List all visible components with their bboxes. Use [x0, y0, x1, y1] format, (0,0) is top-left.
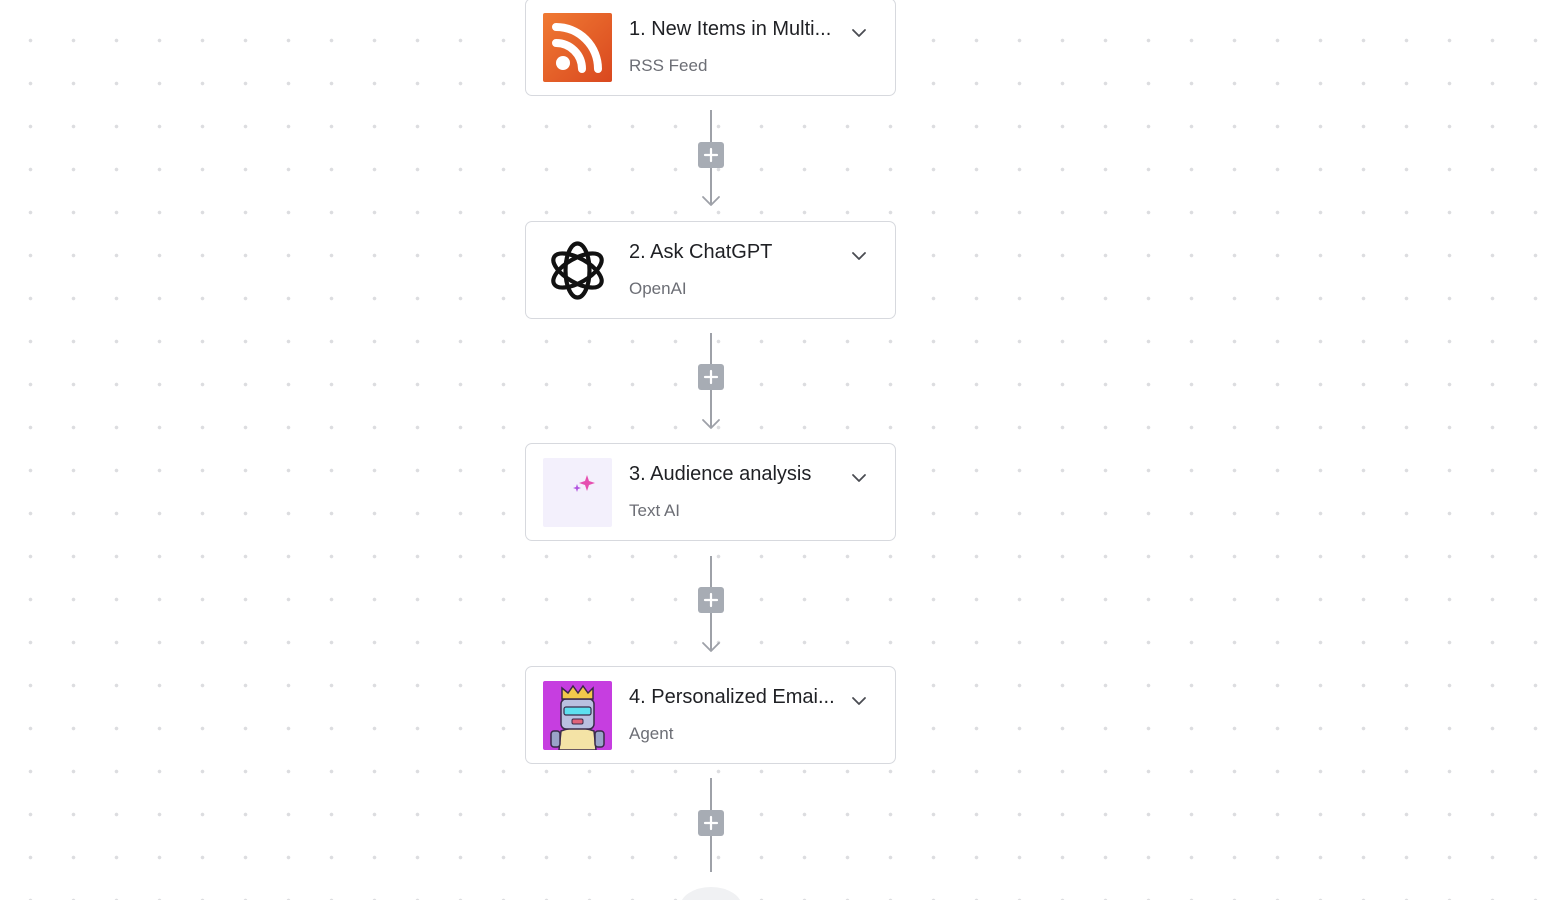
step-card-3[interactable]: 3. Audience analysis Text AI — [525, 443, 896, 541]
plus-icon — [703, 369, 719, 385]
step-connector — [696, 778, 726, 874]
arrow-down-icon — [701, 417, 721, 429]
openai-icon — [543, 236, 612, 305]
connector-line — [710, 110, 712, 142]
connector-line — [710, 333, 712, 364]
step-card-2[interactable]: 2. Ask ChatGPT OpenAI — [525, 221, 896, 319]
add-step-button[interactable] — [698, 810, 724, 836]
step-app-name: RSS Feed — [629, 56, 708, 75]
step-title: 3. Audience analysis — [629, 463, 812, 485]
step-title: 1. New Items in Multi... — [629, 18, 832, 40]
step-connector — [696, 110, 726, 208]
step-title: 4. Personalized Emai... — [629, 686, 835, 708]
chevron-down-icon[interactable] — [847, 21, 871, 45]
agent-robot-icon — [543, 681, 612, 750]
add-step-button[interactable] — [698, 364, 724, 390]
step-connector — [696, 556, 726, 654]
plus-icon — [703, 592, 719, 608]
add-step-button[interactable] — [698, 587, 724, 613]
plus-icon — [703, 815, 719, 831]
step-title: 2. Ask ChatGPT — [629, 241, 773, 263]
step-connector — [696, 333, 726, 431]
text-ai-icon — [543, 458, 612, 527]
end-node[interactable] — [680, 887, 742, 900]
step-app-name: Agent — [629, 724, 674, 743]
step-app-name: OpenAI — [629, 279, 687, 298]
chevron-down-icon[interactable] — [847, 689, 871, 713]
add-step-button[interactable] — [698, 142, 724, 168]
chevron-down-icon[interactable] — [847, 244, 871, 268]
connector-line — [710, 778, 712, 810]
connector-line — [710, 836, 712, 872]
step-app-name: Text AI — [629, 501, 681, 520]
workflow-canvas[interactable]: 1. New Items in Multi... RSS Feed 2. Ask… — [0, 0, 1552, 900]
rss-feed-icon — [543, 13, 612, 82]
chevron-down-icon[interactable] — [847, 466, 871, 490]
arrow-down-icon — [701, 194, 721, 206]
connector-line — [710, 556, 712, 587]
step-card-4[interactable]: 4. Personalized Emai... Agent — [525, 666, 896, 764]
step-card-1[interactable]: 1. New Items in Multi... RSS Feed — [525, 0, 896, 96]
plus-icon — [703, 147, 719, 163]
arrow-down-icon — [701, 640, 721, 652]
